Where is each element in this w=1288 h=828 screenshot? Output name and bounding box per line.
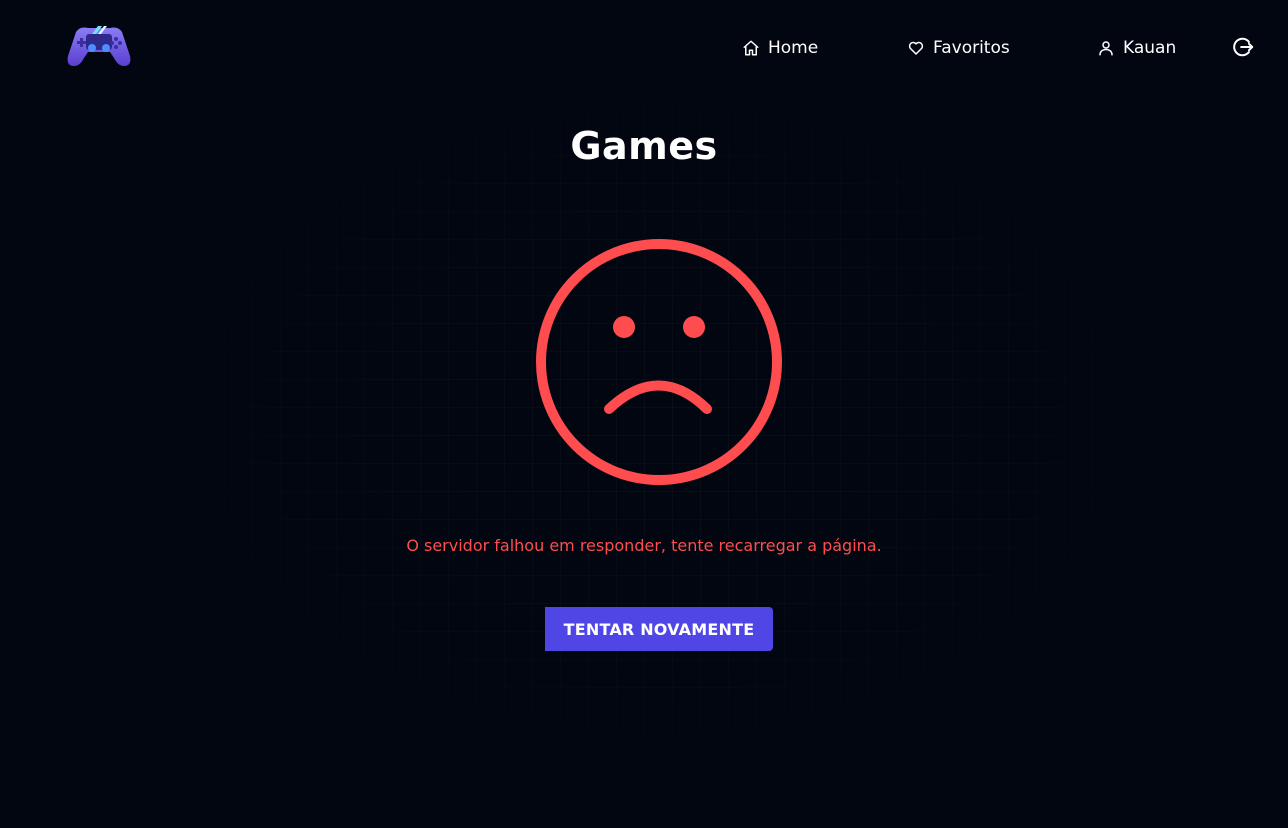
nav-home-link[interactable]: Home [742,36,818,60]
user-icon [1097,39,1115,57]
main-nav: Home Favoritos Kauan [0,36,1288,60]
nav-favoritos-label: Favoritos [933,38,1010,58]
home-icon [742,39,760,57]
sad-face-icon [534,236,784,488]
error-message: O servidor falhou em responder, tente re… [406,536,882,555]
nav-home-label: Home [768,38,819,58]
header: Home Favoritos Kauan [0,0,1288,96]
logout-icon[interactable] [1232,36,1254,58]
nav-favoritos-link[interactable]: Favoritos [907,36,1010,60]
page: Home Favoritos Kauan Games O servidor fa… [0,0,1288,828]
nav-user-label: Kauan [1123,38,1177,58]
retry-button[interactable]: TENTAR NOVAMENTE [545,607,773,651]
heart-icon [907,39,925,57]
nav-user-link[interactable]: Kauan [1097,36,1176,60]
page-title: Games [570,124,718,168]
